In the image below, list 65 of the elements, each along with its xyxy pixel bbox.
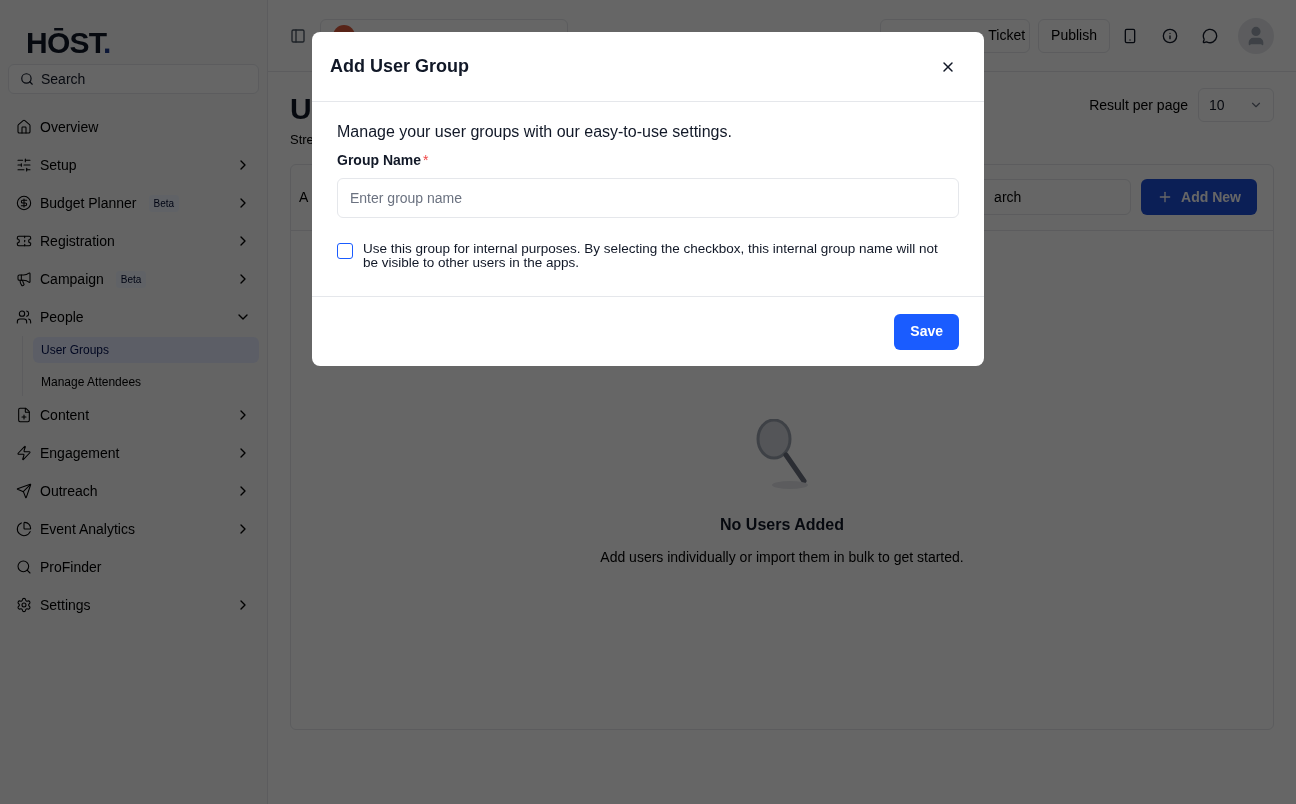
- search-field[interactable]: Search: [8, 64, 259, 94]
- nav-item[interactable]: Outreach: [8, 472, 259, 510]
- dollar-icon: [16, 195, 32, 211]
- nav-label: Event Analytics: [40, 519, 135, 539]
- nav-item[interactable]: Settings: [8, 586, 259, 624]
- publish-button[interactable]: Publish: [1038, 18, 1110, 53]
- nav-label: Setup: [40, 155, 77, 175]
- users-icon: [16, 309, 32, 325]
- empty-state-text: Add users individually or import them in bulk to get started.: [600, 547, 964, 567]
- nav-item[interactable]: Overview: [8, 108, 259, 146]
- nav-label: Settings: [40, 595, 91, 615]
- beta-badge: Beta: [148, 194, 180, 212]
- nav-label: People: [40, 307, 84, 327]
- required-mark: *: [423, 151, 429, 170]
- nav-item[interactable]: Registration: [8, 222, 259, 260]
- field-label: Group Name: [337, 151, 421, 170]
- page-subtitle: Stre: [290, 131, 314, 149]
- nav-label: Budget Planner: [40, 193, 137, 213]
- nav-label: Outreach: [40, 481, 98, 501]
- chat-icon[interactable]: [1202, 27, 1218, 44]
- nav-item[interactable]: People: [8, 298, 259, 336]
- checkbox-label: Use this group for internal purposes. By selecting the checkbox, this internal group name will not be visible to other users in the apps.: [363, 242, 939, 270]
- nav-label: Content: [40, 405, 90, 425]
- info-icon[interactable]: [1162, 27, 1178, 44]
- nav-label: Registration: [40, 231, 115, 251]
- nav-label: Campaign: [40, 269, 104, 289]
- add-new-button[interactable]: Add New: [1141, 179, 1257, 215]
- file-icon: [16, 407, 32, 423]
- lightning-icon: [16, 445, 32, 461]
- home-icon: [16, 119, 32, 135]
- megaphone-icon: [16, 271, 32, 287]
- group-name-input[interactable]: Enter group name: [337, 178, 959, 218]
- internal-checkbox[interactable]: [337, 243, 353, 259]
- logo: HŌST.: [26, 26, 111, 59]
- nav-item[interactable]: Setup: [8, 146, 259, 184]
- nav-item[interactable]: ProFinder: [8, 548, 259, 586]
- empty-state-title: No Users Added: [720, 514, 844, 535]
- sidebar-toggle-icon[interactable]: [290, 27, 306, 44]
- submenu-item[interactable]: User Groups: [33, 337, 259, 363]
- result-per-page-label: Result per page: [1089, 95, 1188, 115]
- nav-item[interactable]: Budget Planner Beta: [8, 184, 259, 222]
- save-button[interactable]: Save: [894, 313, 959, 350]
- phone-icon[interactable]: [1122, 27, 1138, 44]
- settings-icon: [16, 597, 32, 613]
- modal-description: Manage your user groups with our easy-to-use settings.: [337, 122, 733, 142]
- send-icon: [16, 483, 32, 499]
- nav-item[interactable]: Engagement: [8, 434, 259, 472]
- page-size-select[interactable]: 10: [1198, 88, 1274, 122]
- card-tab[interactable]: A: [299, 186, 309, 208]
- sliders-icon: [16, 157, 32, 173]
- ticket-icon: [16, 233, 32, 249]
- nav-label: ProFinder: [40, 557, 102, 577]
- nav-label: Overview: [40, 117, 99, 137]
- nav-item[interactable]: Campaign Beta: [8, 260, 259, 298]
- beta-badge: Beta: [115, 270, 147, 288]
- nav-item[interactable]: Content: [8, 396, 259, 434]
- nav-label: Engagement: [40, 443, 120, 463]
- nav-item[interactable]: Event Analytics: [8, 510, 259, 548]
- pie-chart-icon: [16, 521, 32, 537]
- submenu-item[interactable]: Manage Attendees: [33, 369, 259, 395]
- page-title: U: [290, 91, 313, 127]
- search-icon: [20, 72, 34, 86]
- modal-title: Add User Group: [330, 55, 469, 78]
- search-icon: [16, 559, 32, 575]
- user-avatar[interactable]: [1238, 17, 1274, 54]
